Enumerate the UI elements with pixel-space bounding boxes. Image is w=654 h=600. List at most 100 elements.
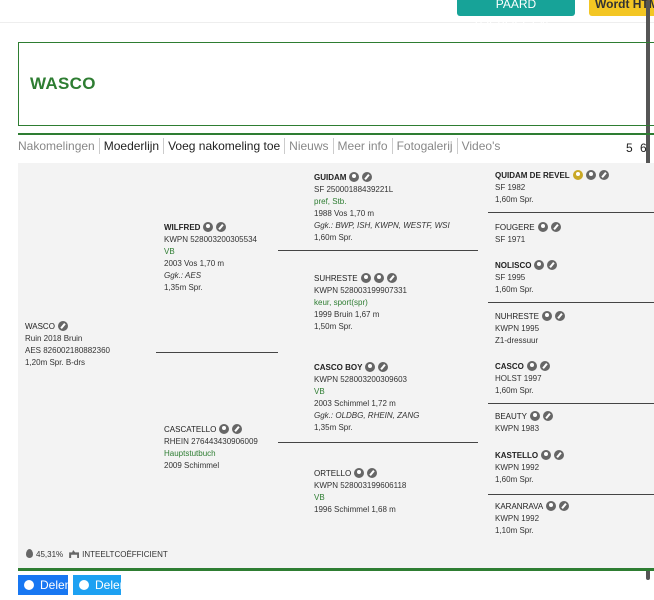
horse-name-link[interactable]: KASTELLO (495, 451, 538, 460)
horse-info: 2003 Schimmel 1,72 m (314, 399, 396, 408)
edit-icon[interactable] (555, 311, 566, 321)
horse-name-link[interactable]: NUHRESTE (495, 312, 539, 321)
pedigree-gen3-3: NOLISCO SF 1995 1,60m Spr. (495, 260, 558, 296)
horse-name-link[interactable]: WASCO (25, 322, 55, 331)
offspring-icon[interactable] (219, 424, 230, 434)
edit-icon[interactable] (539, 361, 550, 371)
tab-dam-line[interactable]: Moederlijn (100, 138, 165, 154)
offspring-icon[interactable] (349, 172, 360, 182)
pedigree-gen3-2: FOUGERE SF 1971 (495, 222, 561, 246)
generation-pager[interactable]: 5 6 7 8 (626, 141, 654, 155)
horse-registration: KWPN 528003200309603 (314, 375, 407, 384)
pedigree-gen3-5: CASCO HOLST 1997 1,60m Spr. (495, 361, 550, 397)
facebook-share-button[interactable]: Delen (18, 575, 71, 595)
horse-name-link[interactable]: WILFRED (164, 223, 200, 232)
horse-name-link[interactable]: KARANRAVA (495, 502, 543, 511)
horse-registration: SF 25000188439221L (314, 185, 394, 194)
tab-news[interactable]: Nieuws (285, 138, 334, 154)
pedigree-connector (488, 494, 654, 495)
edit-icon[interactable] (547, 260, 558, 270)
horse-sport: 1,10m Spr. (495, 526, 534, 535)
offspring-icon[interactable] (542, 311, 553, 321)
edit-icon[interactable] (559, 501, 570, 511)
inbreeding-label: INTEELTCOËFFICIENT (82, 550, 168, 559)
horse-registration: AES 826002180882360 (25, 346, 110, 355)
pedigree-dam: CASCATELLO RHEIN 276443430906009 Hauptst… (164, 424, 258, 472)
page-title: WASCO (30, 74, 96, 93)
edit-icon[interactable] (378, 362, 389, 372)
edit-icon[interactable] (598, 170, 609, 180)
twitter-icon (79, 580, 89, 590)
offspring-icon[interactable] (541, 450, 552, 460)
offspring-icon[interactable] (365, 362, 376, 372)
horse-info: SF 1971 (495, 235, 526, 244)
pedigree-connector (278, 442, 478, 443)
horse-info: SF 1982 (495, 183, 526, 192)
horse-info: SF 1995 (495, 273, 526, 282)
inbreeding-coefficient: 45,31% INTEELTCOËFFICIENT (26, 549, 168, 559)
pedigree-sire: WILFRED KWPN 528003200305534 VB 2003 Vos… (164, 222, 257, 294)
horse-name-link[interactable]: SUHRESTE (314, 274, 358, 283)
horse-predicate: VB (314, 387, 325, 396)
offspring-icon[interactable] (534, 260, 545, 270)
add-horse-button[interactable]: PAARD TOEVOEGEN (457, 0, 575, 31)
edit-icon[interactable] (232, 424, 243, 434)
horse-predicate: VB (164, 247, 175, 256)
pedigree-connector (278, 250, 478, 251)
edit-icon[interactable] (216, 222, 227, 232)
edit-icon[interactable] (554, 450, 565, 460)
inbreeding-value: 45,31% (36, 550, 64, 559)
offspring-icon[interactable] (203, 222, 214, 232)
horse-name-link[interactable]: ORTELLO (314, 469, 351, 478)
pedigree-gen3-7: KASTELLO KWPN 1992 1,60m Spr. (495, 450, 565, 486)
tab-more-info[interactable]: Meer info (334, 138, 393, 154)
pedigree-connector (488, 403, 654, 404)
divider (18, 568, 654, 571)
edit-icon[interactable] (386, 273, 397, 283)
horse-name-link[interactable]: QUIDAM DE REVEL (495, 171, 570, 180)
pedigree-table: WASCO Ruin 2018 Bruin AES 82600218088236… (18, 163, 654, 568)
offspring-icon[interactable] (354, 468, 365, 478)
edit-icon[interactable] (543, 411, 554, 421)
pedigree-dam-dam: ORTELLO KWPN 528003199606118 VB 1996 Sch… (314, 468, 406, 516)
horse-name-link[interactable]: BEAUTY (495, 412, 527, 421)
tab-offspring[interactable]: Nakomelingen (18, 138, 100, 154)
facebook-icon (24, 580, 34, 590)
offspring-icon[interactable] (537, 222, 548, 232)
horse-name-link[interactable]: CASCO (495, 362, 524, 371)
horse-sport: 1,35m Spr. (164, 283, 203, 292)
horse-name-link[interactable]: CASCO BOY (314, 363, 362, 372)
divider (18, 133, 654, 135)
tab-add-offspring[interactable]: Voeg nakomeling toe (164, 138, 286, 154)
horse-approvals: Ggk.: OLDBG, RHEIN, ZANG (314, 411, 420, 420)
offspring-icon[interactable] (526, 361, 537, 371)
offspring-icon[interactable] (530, 411, 541, 421)
horse-name-link[interactable]: FOUGERE (495, 223, 535, 232)
horse-info: KWPN 1995 (495, 324, 540, 333)
twitter-share-button[interactable]: Delen (73, 575, 126, 595)
tab-bar: Nakomelingen Moederlijn Voeg nakomeling to… (18, 138, 504, 160)
star-icon (572, 170, 583, 180)
pedigree-connector (488, 212, 654, 213)
offspring-icon[interactable] (373, 273, 384, 283)
edit-icon[interactable] (57, 321, 68, 331)
offspring-icon[interactable] (585, 170, 596, 180)
edit-icon[interactable] (367, 468, 378, 478)
horse-registration: KWPN 528003200305534 (164, 235, 257, 244)
horse-sport: 1,35m Spr. (314, 423, 353, 432)
horse-name-link[interactable]: NOLISCO (495, 261, 531, 270)
edit-icon[interactable] (362, 172, 373, 182)
pedigree-gen3-8: KARANRAVA KWPN 1992 1,10m Spr. (495, 501, 570, 537)
horse-name-link[interactable]: CASCATELLO (164, 425, 216, 434)
horse-predicate: pref, Stb. (314, 197, 347, 206)
horse-sport: 1,20m Spr. B-drs (25, 358, 86, 367)
tab-photo-gallery[interactable]: Fotogalerij (393, 138, 458, 154)
tab-videos[interactable]: Video's (458, 138, 505, 154)
pedigree-gen3-6: BEAUTY KWPN 1983 (495, 411, 554, 435)
edit-icon[interactable] (550, 222, 561, 232)
offspring-icon[interactable] (546, 501, 557, 511)
html-button[interactable]: Wordt HTML (589, 0, 654, 16)
horse-name-link[interactable]: GUIDAM (314, 173, 346, 182)
title-panel: WASCO (18, 42, 654, 126)
horse-sport: 1,50m Spr. (314, 322, 353, 331)
